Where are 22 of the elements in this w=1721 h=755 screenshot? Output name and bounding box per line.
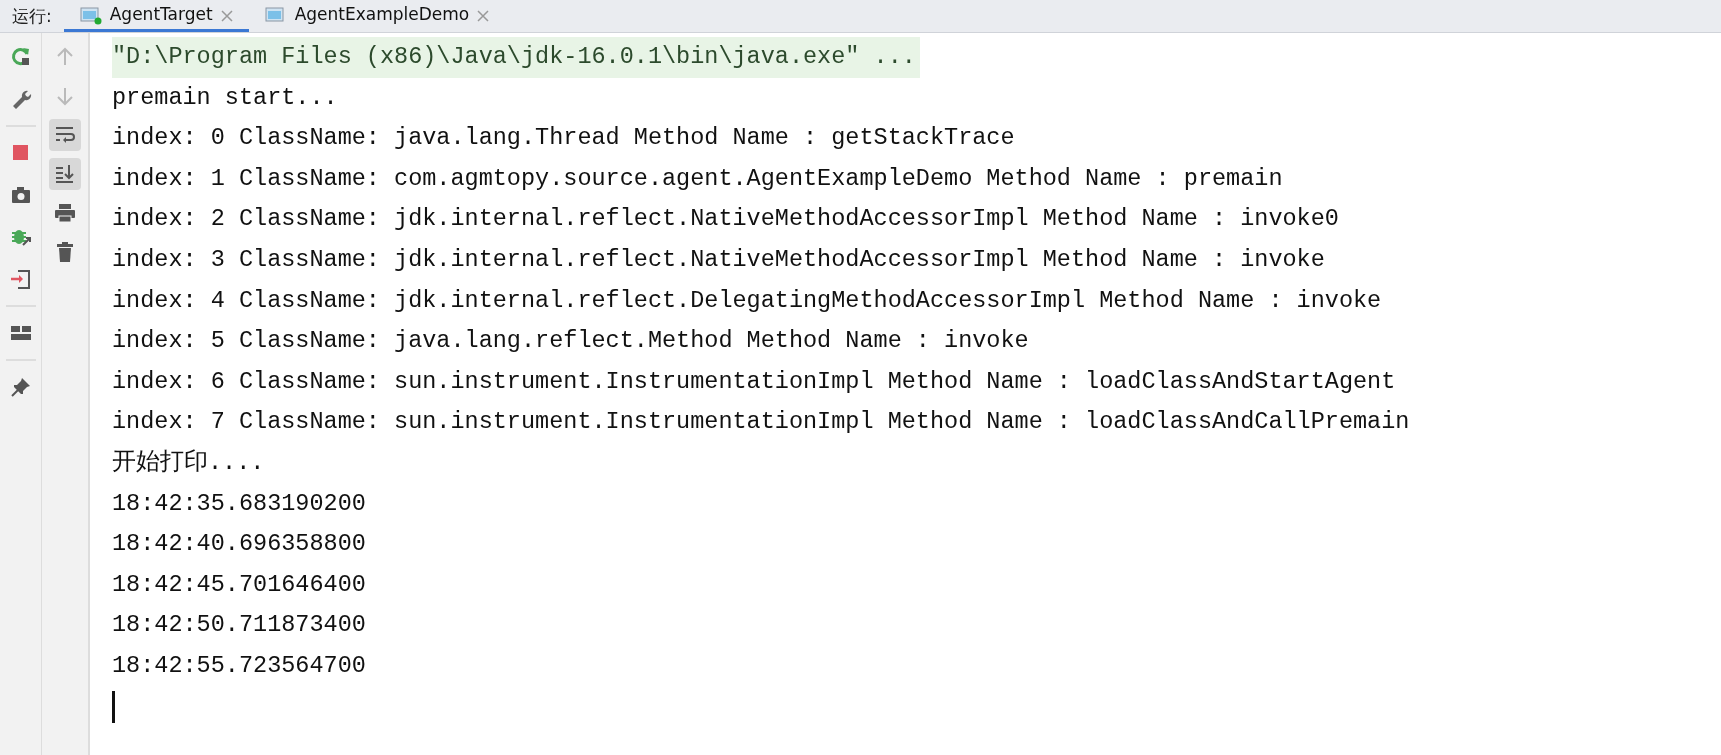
console-output-line: index: 0 ClassName: java.lang.Thread Method Name : getStackTrace: [112, 123, 1016, 154]
console-output-line: 18:42:50.711873400: [112, 610, 367, 641]
console-output-line: index: 7 ClassName: sun.instrument.InstrumentationImpl Method Name : loadClassAndCallPremain: [112, 407, 1411, 438]
console-output-line: 18:42:45.701646400: [112, 569, 367, 600]
console-output-line: 开始打印....: [112, 447, 266, 478]
run-label: 运行:: [11, 5, 53, 28]
console-output-line: index: 2 ClassName: jdk.internal.reflect.NativeMethodAccessorImpl Method Name : invoke0: [112, 204, 1340, 235]
scroll-to-end-icon[interactable]: [49, 158, 81, 190]
console-output-line: index: 5 ClassName: java.lang.reflect.Method Method Name : invoke: [112, 326, 1030, 357]
console-output-line: 18:42:35.683190200: [112, 488, 367, 519]
console-output-line: index: 3 ClassName: jdk.internal.reflect.NativeMethodAccessorImpl Method Name : invoke: [112, 244, 1326, 275]
console-output-line: index: 6 ClassName: sun.instrument.InstrumentationImpl Method Name : loadClassAndStartAgent: [112, 366, 1397, 397]
console-tab[interactable]: AgentTarget: [63, 0, 249, 32]
console-output-line: index: 1 ClassName: com.agmtopy.source.agent.AgentExampleDemo Method Name : premain: [112, 163, 1284, 194]
console-tab[interactable]: AgentExampleDemo: [248, 0, 506, 32]
console-output-line: 18:42:40.696358800: [112, 529, 367, 560]
console-output-line: index: 4 ClassName: jdk.internal.reflect.DelegatingMethodAccessorImpl Method Name : invoke: [112, 285, 1383, 316]
soft-wrap-icon[interactable]: [49, 119, 81, 151]
running-window-icon: [79, 4, 102, 25]
window-icon: [264, 4, 287, 25]
console-output-line: premain start...: [112, 82, 339, 113]
console-output-line: 18:42:55.723564700: [112, 650, 367, 681]
